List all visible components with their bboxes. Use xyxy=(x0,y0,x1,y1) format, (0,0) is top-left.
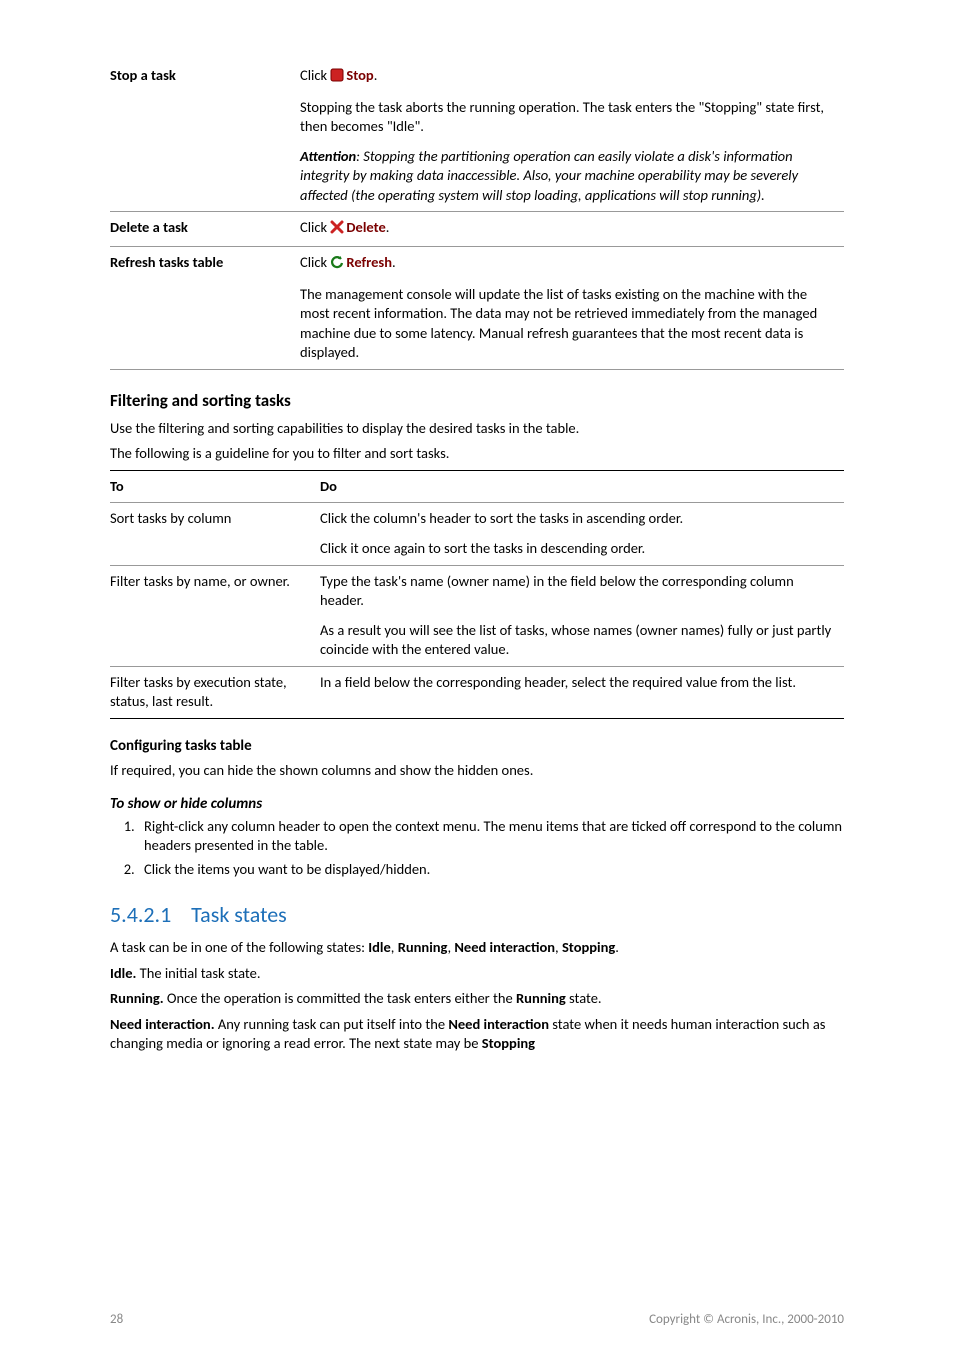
refresh-para: The management console will update the l… xyxy=(300,285,834,363)
filtering-heading: Filtering and sorting tasks xyxy=(110,390,844,411)
row1-do-a: Type the task's name (owner name) in the… xyxy=(320,572,834,611)
config-subheading: To show or hide columns xyxy=(110,795,844,813)
step-2: Click the items you want to be displayed… xyxy=(138,860,844,880)
period: . xyxy=(392,253,396,271)
row2-do-a: In a field below the corresponding heade… xyxy=(320,666,844,718)
filter-table: To Do Sort tasks by column Click the col… xyxy=(110,470,844,719)
refresh-icon xyxy=(330,255,344,275)
row0-do-a: Click the column's header to sort the ta… xyxy=(320,509,834,529)
stop-label: Stop a task xyxy=(110,66,176,84)
attention-rest: : Stopping the partitioning operation ca… xyxy=(300,147,798,204)
step-1: Right-click any column header to open th… xyxy=(138,817,844,856)
running-para: Running. Once the operation is committed… xyxy=(110,989,844,1009)
operations-table: Stop a task Click Stop. Stopping the tas… xyxy=(110,60,844,370)
row2-to: Filter tasks by execution state, status,… xyxy=(110,666,320,718)
need-para: Need interaction. Any running task can p… xyxy=(110,1015,844,1054)
click-text: Click xyxy=(300,253,330,271)
refresh-word: Refresh xyxy=(346,253,392,271)
attention-label: Attention xyxy=(300,147,356,165)
heading-title: Task states xyxy=(191,901,287,928)
stop-icon xyxy=(330,68,344,88)
idle-para: Idle. The initial task state. xyxy=(110,964,844,984)
task-states-heading: 5.4.2.1 Task states xyxy=(110,901,844,928)
copyright: Copyright © Acronis, Inc., 2000-2010 xyxy=(649,1312,844,1327)
filtering-guideline: The following is a guideline for you to … xyxy=(110,444,844,464)
stop-attention: Attention: Stopping the partitioning ope… xyxy=(300,147,834,206)
click-text: Click xyxy=(300,66,330,84)
heading-number: 5.4.2.1 xyxy=(110,901,171,928)
period: . xyxy=(374,66,378,84)
states-intro: A task can be in one of the following st… xyxy=(110,938,844,958)
page-footer: 28 Copyright © Acronis, Inc., 2000-2010 xyxy=(110,1312,844,1327)
config-heading: Configuring tasks table xyxy=(110,737,844,755)
click-text: Click xyxy=(300,218,330,236)
delete-word: Delete xyxy=(346,218,385,236)
filtering-intro: Use the filtering and sorting capabiliti… xyxy=(110,419,844,439)
stop-word: Stop xyxy=(346,66,373,84)
row1-do-b: As a result you will see the list of tas… xyxy=(320,621,834,660)
delete-label: Delete a task xyxy=(110,218,188,236)
row0-to: Sort tasks by column xyxy=(110,503,320,565)
row0-do-b: Click it once again to sort the tasks in… xyxy=(320,539,834,559)
th-do: Do xyxy=(320,470,844,503)
refresh-label: Refresh tasks table xyxy=(110,253,223,271)
th-to: To xyxy=(110,470,320,503)
config-steps: Right-click any column header to open th… xyxy=(110,817,844,880)
delete-icon xyxy=(330,220,344,240)
period: . xyxy=(386,218,390,236)
page-number: 28 xyxy=(110,1312,123,1327)
config-intro: If required, you can hide the shown colu… xyxy=(110,761,844,781)
stop-para1: Stopping the task aborts the running ope… xyxy=(300,98,834,137)
row1-to: Filter tasks by name, or owner. xyxy=(110,565,320,666)
